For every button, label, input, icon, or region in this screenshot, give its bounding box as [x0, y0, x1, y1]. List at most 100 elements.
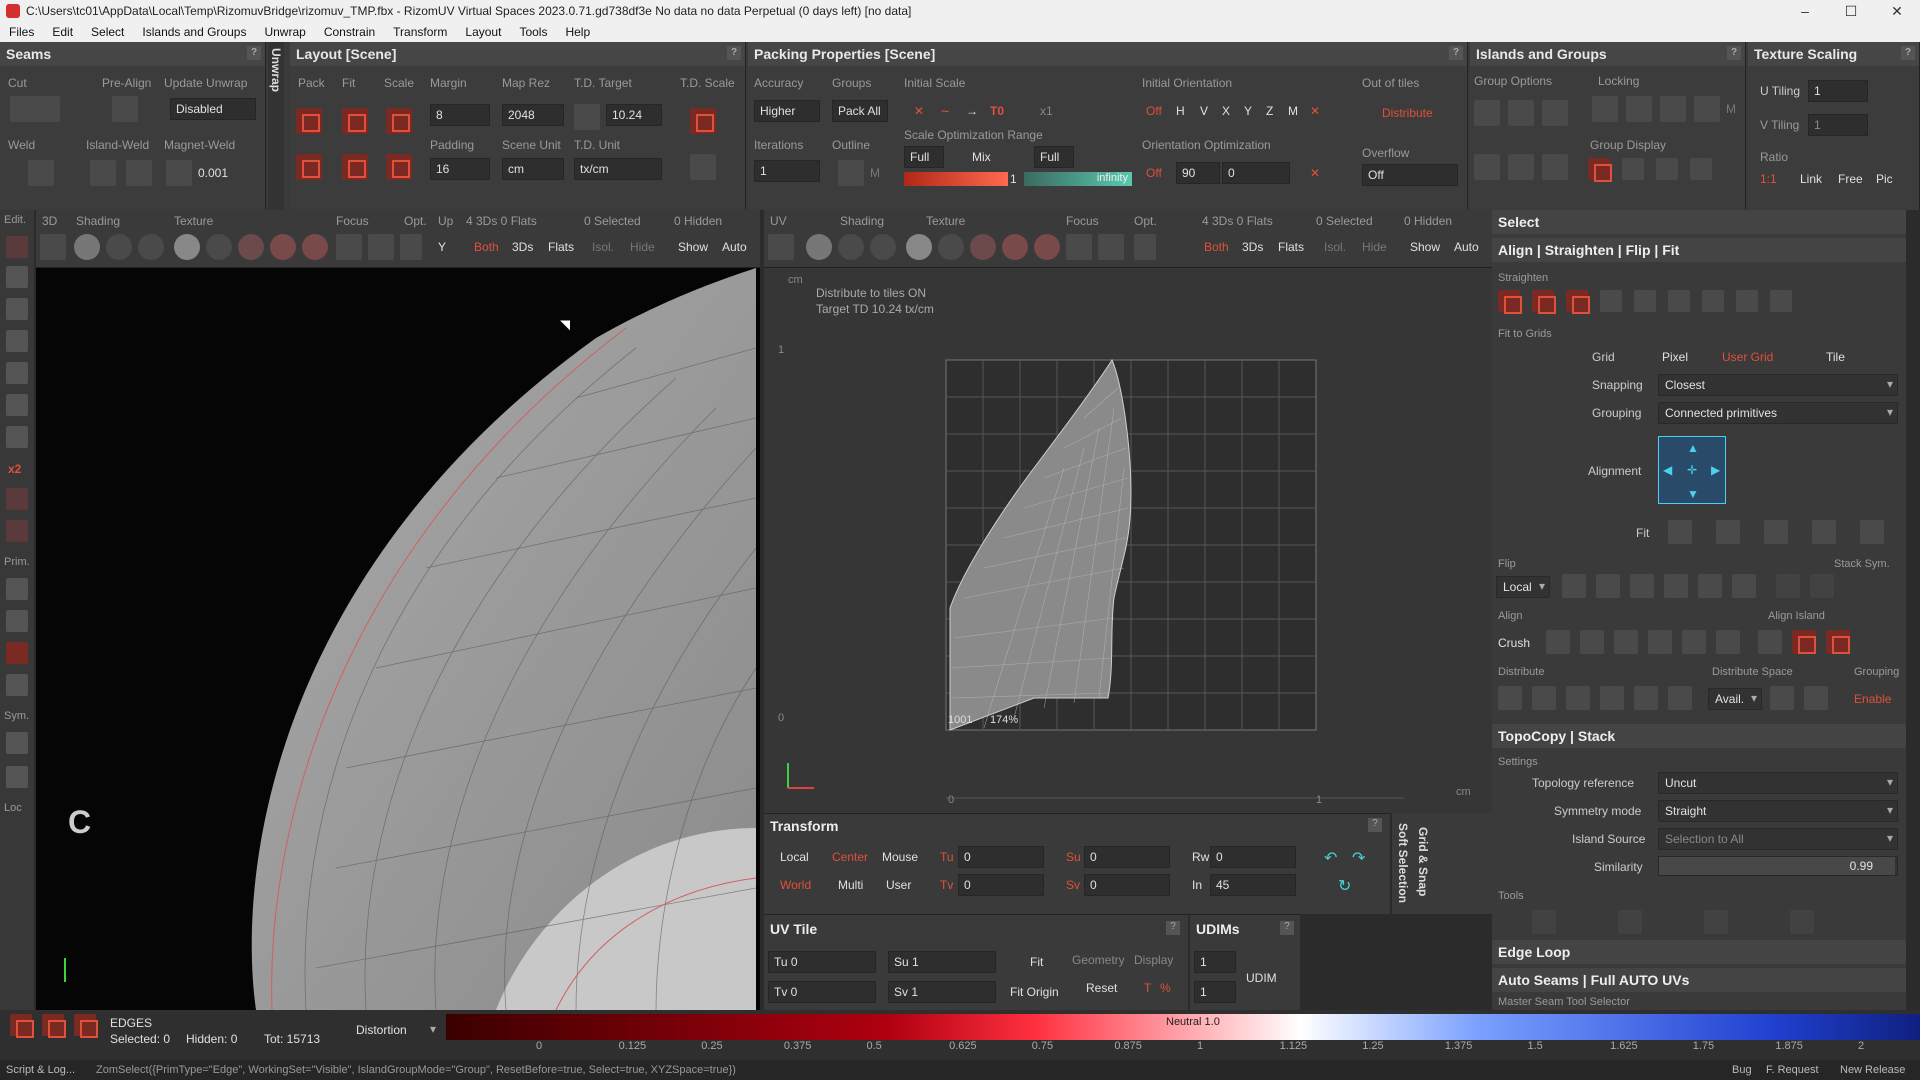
distribute-space-1-button[interactable]: [1770, 686, 1794, 710]
udim-value-2[interactable]: 1: [1194, 981, 1236, 1003]
ratio-free-button[interactable]: Free: [1838, 172, 1863, 186]
fit-4-button[interactable]: [1812, 520, 1836, 544]
scale-x1-value[interactable]: x1: [1040, 104, 1053, 118]
grid-user-button[interactable]: User Grid: [1722, 350, 1773, 364]
menu-select[interactable]: Select: [82, 25, 133, 39]
menu-constrain[interactable]: Constrain: [315, 25, 384, 39]
group-display-red-button[interactable]: [1588, 158, 1612, 182]
align-5-button[interactable]: [1682, 630, 1706, 654]
scale-alt-button[interactable]: [386, 154, 412, 180]
straighten-5-button[interactable]: [1634, 290, 1656, 312]
select-box-icon[interactable]: [6, 266, 28, 288]
fit-2-button[interactable]: [1716, 520, 1740, 544]
align-up-icon[interactable]: ▲: [1687, 441, 1699, 455]
lock-island-icon[interactable]: [1694, 96, 1720, 122]
straighten-7-button[interactable]: [1702, 290, 1724, 312]
transform-world-button[interactable]: World: [780, 878, 811, 892]
orientation-step-input[interactable]: 90: [1176, 162, 1220, 184]
up-axis-select[interactable]: Y: [438, 240, 446, 254]
select-grid-icon[interactable]: [6, 362, 28, 384]
su-input[interactable]: 0: [1084, 846, 1170, 868]
align-1-button[interactable]: [1546, 630, 1570, 654]
ratio-pic-button[interactable]: Pic: [1876, 172, 1893, 186]
grouping-select[interactable]: Connected primitives: [1658, 402, 1898, 424]
pack-alt-button[interactable]: [296, 154, 322, 180]
fit-alt-button[interactable]: [342, 154, 368, 180]
straighten-6-button[interactable]: [1668, 290, 1690, 312]
scale-to-button[interactable]: T0: [990, 104, 1004, 118]
texture-none-icon[interactable]: [174, 234, 200, 260]
distribute-1-button[interactable]: [1498, 686, 1522, 710]
opt-icon[interactable]: [400, 234, 422, 260]
group-display-4-button[interactable]: [1622, 158, 1644, 180]
focus-icon[interactable]: [336, 234, 362, 260]
outline-button[interactable]: [838, 160, 864, 186]
align-island-1-button[interactable]: [1758, 630, 1782, 654]
transform-user-button[interactable]: User: [886, 878, 911, 892]
viewport-3d[interactable]: C: [36, 268, 760, 1010]
uvtile-t-button[interactable]: T: [1144, 981, 1151, 995]
uvtile-percent-button[interactable]: %: [1160, 981, 1171, 995]
menu-layout[interactable]: Layout: [456, 25, 510, 39]
distribute-enable-button[interactable]: Enable: [1854, 692, 1891, 706]
sv-input[interactable]: 0: [1084, 874, 1170, 896]
ratio-link-button[interactable]: Link: [1800, 172, 1822, 186]
uv-texture-color-icon[interactable]: [970, 234, 996, 260]
group-display-2-button[interactable]: [1508, 154, 1534, 180]
help-icon[interactable]: ?: [1368, 818, 1382, 832]
orient-x-button[interactable]: X: [1222, 104, 1230, 118]
align-down-icon[interactable]: ▼: [1687, 487, 1699, 501]
select-arrow-icon[interactable]: [6, 236, 28, 258]
uvtile-fit-origin-button[interactable]: Fit Origin: [1010, 985, 1059, 999]
prim-vertex-icon[interactable]: [6, 578, 28, 600]
stamp-icon[interactable]: [6, 426, 28, 448]
uv-focus-all-icon[interactable]: [1098, 234, 1124, 260]
td-scale-button[interactable]: [690, 108, 716, 134]
distribute-6-button[interactable]: [1668, 686, 1692, 710]
uv-hide-button[interactable]: Hide: [1362, 240, 1387, 254]
td-picker-button[interactable]: [574, 104, 600, 130]
topocopy-tool-1-button[interactable]: [1532, 910, 1556, 934]
uv-flats-button[interactable]: Flats: [1278, 240, 1304, 254]
pre-align-button[interactable]: [112, 96, 138, 122]
lock-icon[interactable]: [1592, 96, 1618, 122]
minimize-button[interactable]: –: [1782, 0, 1828, 22]
tu-input[interactable]: 0: [958, 846, 1044, 868]
rw-input[interactable]: 0: [1210, 846, 1296, 868]
symmetry-icon[interactable]: [6, 732, 28, 754]
scale-range-max-select[interactable]: Full: [1034, 146, 1074, 168]
unwrap-side-tab[interactable]: Unwrap: [268, 42, 284, 210]
pin-icon[interactable]: [6, 488, 28, 510]
flip-1-button[interactable]: [1562, 574, 1586, 598]
new-release-button[interactable]: New Release: [1840, 1064, 1905, 1076]
orient-z-button[interactable]: Z: [1266, 104, 1273, 118]
help-icon[interactable]: ?: [1727, 46, 1741, 60]
fit-5-button[interactable]: [1860, 520, 1884, 544]
x2-button[interactable]: x2: [8, 462, 21, 476]
orient-off-button[interactable]: Off: [1146, 104, 1162, 118]
distortion-select[interactable]: Distortion: [350, 1020, 440, 1040]
select-edge-icon[interactable]: [6, 298, 28, 320]
island-weld-button[interactable]: [90, 160, 116, 186]
scale-range-min-select[interactable]: Full: [904, 146, 944, 168]
uv-isol-button[interactable]: Isol.: [1324, 240, 1346, 254]
group-display-5-button[interactable]: [1656, 158, 1678, 180]
align-3-button[interactable]: [1614, 630, 1638, 654]
margin-input[interactable]: 8: [430, 104, 490, 126]
snapping-select[interactable]: Closest: [1658, 374, 1898, 396]
weld-button[interactable]: [28, 160, 54, 186]
pack-all-button[interactable]: Pack All: [832, 100, 888, 122]
bug-report-button[interactable]: Bug: [1732, 1064, 1752, 1076]
scale-range-max-value[interactable]: infinity: [1024, 172, 1132, 186]
uv-frame-icon[interactable]: [768, 234, 794, 260]
group-option-2-button[interactable]: [1508, 100, 1534, 126]
menu-help[interactable]: Help: [556, 25, 599, 39]
orient-v-button[interactable]: V: [1200, 104, 1208, 118]
3ds-button[interactable]: 3Ds: [512, 240, 533, 254]
orient-y-button[interactable]: Y: [1244, 104, 1252, 118]
flip-5-button[interactable]: [1698, 574, 1722, 598]
scale-wave-icon[interactable]: ∼: [940, 104, 950, 118]
cut-button[interactable]: [10, 96, 60, 122]
group-display-3-button[interactable]: [1542, 154, 1568, 180]
edges-alt-mode-icon[interactable]: [42, 1014, 66, 1038]
